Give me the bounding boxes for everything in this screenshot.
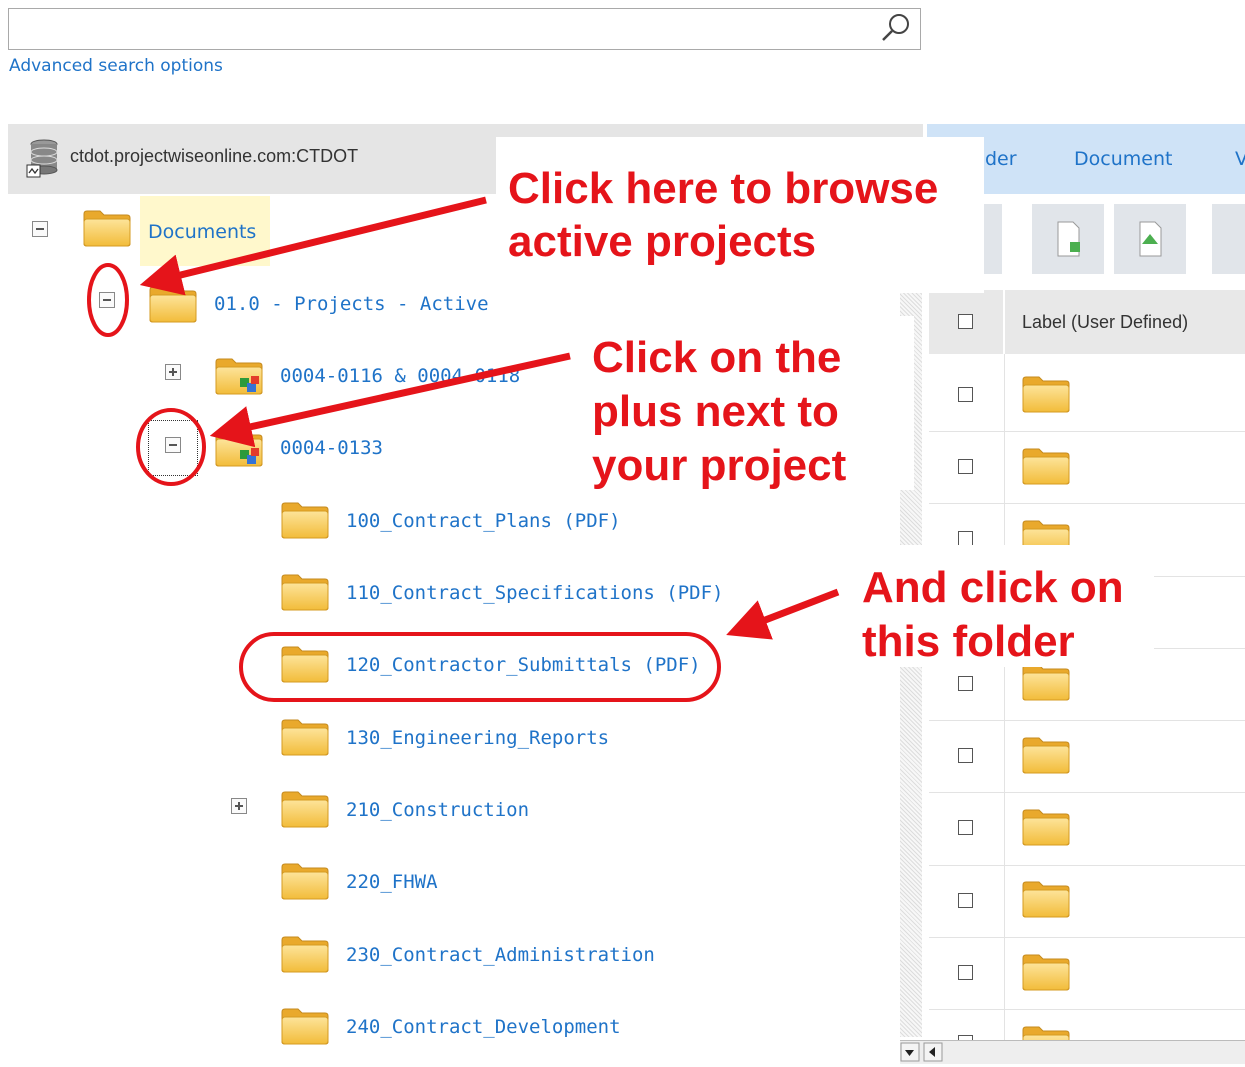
tree-node-folder[interactable]: 120_Contractor_Submittals (PDF): [346, 654, 701, 676]
folder-icon: [280, 789, 330, 829]
collapse-icon[interactable]: [99, 292, 115, 308]
folder-icon: [280, 500, 330, 540]
project-folder-icon: [214, 428, 264, 468]
row-checkbox[interactable]: [958, 748, 973, 763]
row-checkbox[interactable]: [958, 820, 973, 835]
row-checkbox[interactable]: [958, 387, 973, 402]
folder-icon: [280, 1006, 330, 1046]
tree-node-project[interactable]: 0004-0133: [280, 437, 383, 459]
folder-icon: [280, 572, 330, 612]
collapse-icon[interactable]: [165, 437, 181, 453]
column-header-label[interactable]: Label (User Defined): [1022, 312, 1188, 333]
folder-icon: [1021, 446, 1071, 486]
database-icon: [26, 139, 58, 178]
search-icon[interactable]: [878, 10, 914, 44]
toolbar-button[interactable]: [1212, 204, 1245, 274]
row-checkbox[interactable]: [958, 459, 973, 474]
expand-icon[interactable]: [231, 798, 247, 814]
folder-icon: [1021, 952, 1071, 992]
folder-icon: [280, 717, 330, 757]
folder-icon: [1021, 807, 1071, 847]
tree-node-folder[interactable]: 100_Contract_Plans (PDF): [346, 510, 621, 532]
callout-plus-line3: your project: [592, 441, 847, 490]
tab-view[interactable]: V: [1235, 148, 1245, 170]
new-document-icon: [1057, 221, 1080, 257]
select-all-checkbox[interactable]: [958, 314, 973, 329]
upload-document-button[interactable]: [1114, 204, 1186, 274]
callout-plus-line1: Click on the: [592, 333, 842, 382]
upload-document-icon: [1139, 221, 1162, 257]
tree-node-folder[interactable]: 110_Contract_Specifications (PDF): [346, 582, 724, 604]
folder-icon: [280, 644, 330, 684]
row-checkbox[interactable]: [958, 531, 973, 546]
folder-icon: [1021, 879, 1071, 919]
row-checkbox[interactable]: [958, 676, 973, 691]
callout-folder-line1: And click on: [862, 563, 1124, 612]
scroll-arrows[interactable]: [900, 1041, 960, 1063]
collapse-icon[interactable]: [32, 221, 48, 237]
tree-node-folder[interactable]: 220_FHWA: [346, 871, 438, 893]
callout-folder-line2: this folder: [862, 617, 1075, 666]
horizontal-scrollbar[interactable]: [900, 1040, 1245, 1064]
folder-icon: [280, 861, 330, 901]
expand-icon[interactable]: [165, 364, 181, 380]
folder-icon: [1021, 735, 1071, 775]
project-folder-icon: [214, 356, 264, 396]
tree-node-documents[interactable]: Documents: [148, 221, 256, 243]
callout-plus-line2: plus next to: [592, 387, 839, 436]
folder-icon: [1021, 374, 1071, 414]
tree-node-folder[interactable]: 240_Contract_Development: [346, 1016, 621, 1038]
tree-node-folder[interactable]: 230_Contract_Administration: [346, 944, 655, 966]
column-separator: [1004, 354, 1005, 1044]
new-document-button[interactable]: [1032, 204, 1104, 274]
folder-icon: [82, 208, 132, 248]
tab-document[interactable]: Document: [1074, 148, 1172, 170]
arrow: [726, 588, 840, 640]
column-separator: [1003, 290, 1005, 354]
tree-node-folder[interactable]: 210_Construction: [346, 799, 529, 821]
row-checkbox[interactable]: [958, 893, 973, 908]
tree-node-project[interactable]: 0004-0116 & 0004-0118: [280, 365, 520, 387]
folder-icon: [280, 934, 330, 974]
tree-node-folder[interactable]: 130_Engineering_Reports: [346, 727, 609, 749]
folder-icon: [148, 284, 198, 324]
tree-node-projects-active[interactable]: 01.0 - Projects - Active: [214, 293, 489, 315]
datasource-name[interactable]: ctdot.projectwiseonline.com:CTDOT: [70, 146, 358, 167]
advanced-search-link[interactable]: Advanced search options: [9, 56, 223, 76]
row-checkbox[interactable]: [958, 965, 973, 980]
tab-folder[interactable]: der: [985, 148, 1017, 170]
search-input[interactable]: [8, 8, 921, 50]
callout-browse-line1: Click here to browse: [508, 164, 939, 213]
callout-browse-line2: active projects: [508, 217, 817, 266]
